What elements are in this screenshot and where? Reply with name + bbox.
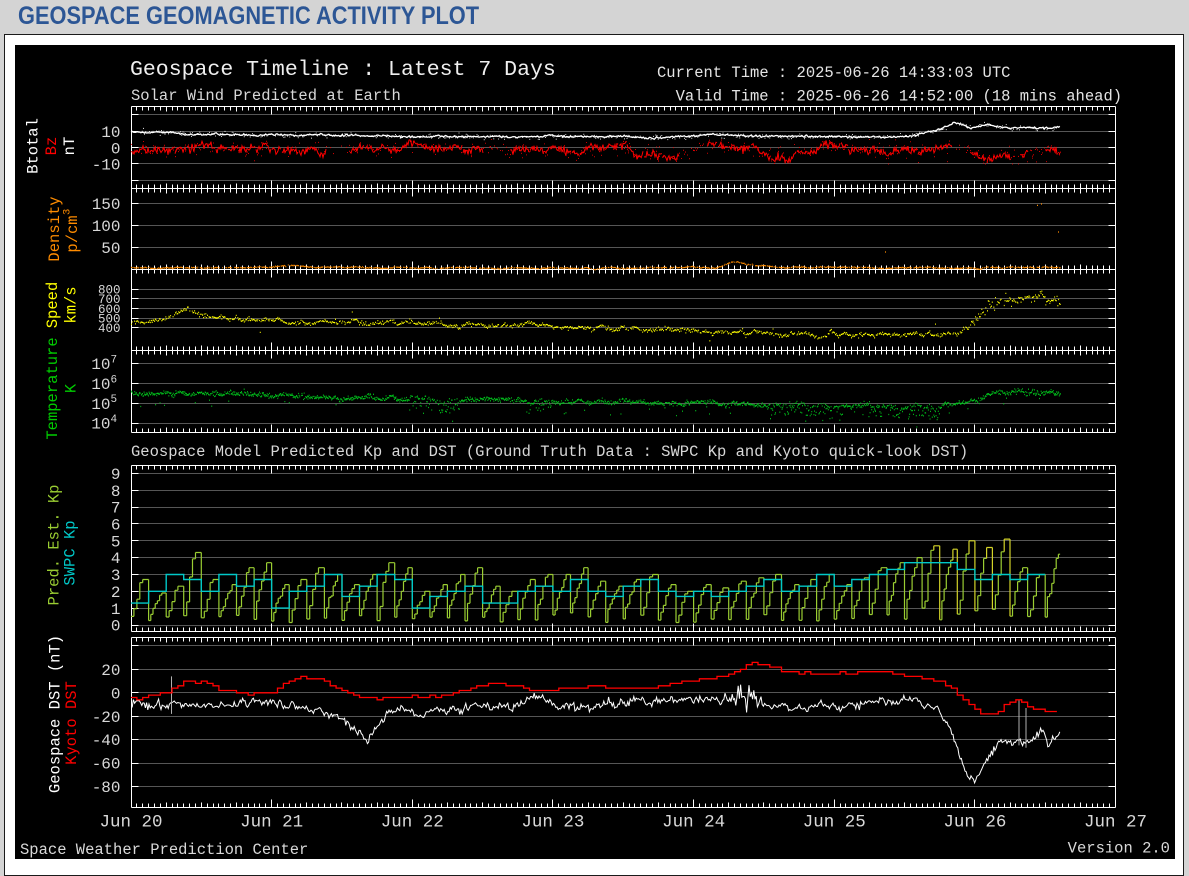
- svg-text:Geospace Model Predicted Kp an: Geospace Model Predicted Kp and DST (Gro…: [131, 443, 968, 461]
- svg-text:Solar Wind Predicted at Earth: Solar Wind Predicted at Earth: [131, 87, 401, 105]
- svg-text:5: 5: [111, 394, 118, 406]
- svg-text:-40: -40: [92, 732, 121, 750]
- svg-text:10: 10: [101, 123, 120, 141]
- svg-text:6: 6: [111, 516, 121, 534]
- svg-text:Current Time : 2025-06-26 14:3: Current Time : 2025-06-26 14:33:03 UTC: [657, 64, 1010, 82]
- svg-text:Jun 25: Jun 25: [803, 812, 866, 832]
- svg-text:Jun 23: Jun 23: [521, 812, 584, 832]
- svg-text:-10: -10: [92, 156, 121, 174]
- svg-text:Version 2.0: Version 2.0: [1068, 839, 1170, 857]
- svg-text:10: 10: [91, 376, 110, 394]
- svg-text:50: 50: [101, 240, 120, 258]
- svg-text:-20: -20: [92, 708, 121, 726]
- svg-text:km/s: km/s: [63, 286, 81, 323]
- svg-text:Btotal: Btotal: [25, 118, 43, 174]
- svg-text:Speed: Speed: [44, 281, 62, 328]
- svg-text:-80: -80: [92, 779, 121, 797]
- svg-text:K: K: [63, 383, 81, 393]
- svg-text:Space Weather Prediction Cente: Space Weather Prediction Center: [20, 841, 308, 859]
- svg-text:8: 8: [111, 482, 121, 500]
- svg-text:SWPC Kp: SWPC Kp: [62, 520, 80, 585]
- svg-text:7: 7: [111, 499, 121, 517]
- svg-text:p/cm: p/cm: [64, 215, 82, 252]
- svg-text:Jun 21: Jun 21: [240, 812, 303, 832]
- svg-text:5: 5: [111, 533, 121, 551]
- svg-text:Temperature: Temperature: [44, 337, 62, 439]
- svg-text:Density: Density: [46, 196, 64, 261]
- svg-text:2: 2: [111, 583, 121, 601]
- svg-text:Jun 20: Jun 20: [99, 812, 162, 832]
- svg-text:nT: nT: [61, 136, 79, 155]
- svg-text:10: 10: [91, 395, 110, 413]
- svg-text:0: 0: [111, 617, 121, 635]
- svg-text:0: 0: [111, 140, 121, 158]
- svg-text:Jun 22: Jun 22: [381, 812, 444, 832]
- svg-text:Geospace Timeline : Latest 7 D: Geospace Timeline : Latest 7 Days: [130, 58, 556, 82]
- svg-text:Kyoto DST: Kyoto DST: [63, 681, 81, 765]
- svg-text:10: 10: [91, 415, 110, 433]
- svg-text:Jun 26: Jun 26: [943, 812, 1006, 832]
- svg-text:10: 10: [91, 356, 110, 374]
- svg-text:4: 4: [111, 414, 118, 426]
- svg-text:Valid Time : 2025-06-26 14:52:: Valid Time : 2025-06-26 14:52:00 (18 min…: [676, 87, 1122, 105]
- svg-text:6: 6: [111, 374, 118, 386]
- svg-text:4: 4: [111, 550, 121, 568]
- svg-text:3: 3: [62, 208, 74, 214]
- svg-text:0: 0: [111, 685, 121, 703]
- svg-text:9: 9: [111, 465, 121, 483]
- svg-text:20: 20: [101, 662, 120, 680]
- svg-text:Bz: Bz: [43, 136, 61, 155]
- svg-text:Jun 27: Jun 27: [1084, 812, 1147, 832]
- svg-text:3: 3: [111, 567, 121, 585]
- svg-text:1: 1: [111, 600, 121, 618]
- svg-text:Jun 24: Jun 24: [662, 812, 725, 832]
- svg-text:-60: -60: [92, 755, 121, 773]
- svg-text:150: 150: [92, 195, 121, 213]
- svg-text:100: 100: [92, 217, 121, 235]
- svg-text:7: 7: [111, 354, 118, 366]
- svg-text:Geospace DST (nT): Geospace DST (nT): [47, 634, 65, 792]
- svg-text:400: 400: [98, 322, 121, 336]
